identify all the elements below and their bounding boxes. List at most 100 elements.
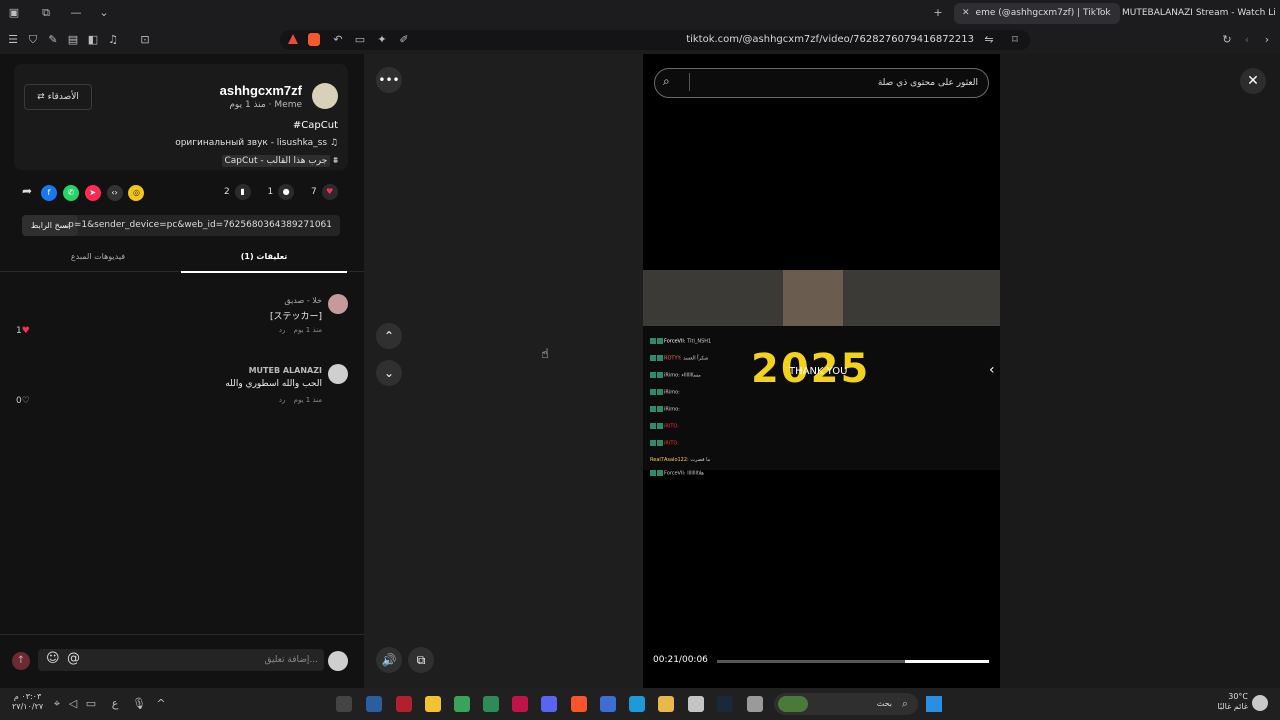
more-share-icon[interactable]: ◎ — [128, 185, 145, 201]
search-icon[interactable]: ⌕ — [663, 74, 670, 89]
discord-icon[interactable] — [541, 696, 557, 712]
brave-shields-icon[interactable] — [308, 33, 320, 46]
microphone-icon[interactable]: 🎙 — [132, 694, 146, 714]
comment-composer: ↑ ☺ @ إضافة تعليق... — [0, 634, 364, 689]
chevron-left-icon[interactable]: ‹ — [989, 362, 995, 378]
sound-link[interactable]: оригинальный звук - lisushka_ss ♫ — [175, 138, 338, 148]
volume-icon[interactable]: ◁ — [66, 694, 80, 714]
tab-stream[interactable]: MUTEBALANAZI Stream - Watch Live — [1114, 3, 1276, 24]
extension-icon[interactable]: ✎ — [44, 30, 62, 50]
app-icon[interactable] — [747, 696, 763, 712]
taskbar-search[interactable]: بحث ⌕ — [774, 693, 918, 715]
current-user-avatar[interactable] — [328, 651, 348, 671]
embed-icon[interactable]: ‹› — [106, 185, 123, 201]
share-icon[interactable]: ➦ — [22, 184, 32, 198]
commenter-name[interactable]: خلا - صديق — [284, 296, 322, 305]
notification-icon[interactable]: ⌖ — [50, 694, 64, 714]
minimize-icon[interactable]: — — [66, 3, 86, 23]
volume-button[interactable]: 🔊 — [376, 647, 402, 673]
comment-input[interactable]: ☺ @ إضافة تعليق... — [38, 649, 324, 671]
whatsapp-icon[interactable]: ✆ — [62, 185, 79, 201]
commenter-avatar[interactable] — [328, 364, 348, 384]
store-icon[interactable] — [600, 696, 616, 712]
edge-icon[interactable] — [629, 696, 645, 712]
brave-icon[interactable] — [571, 696, 587, 712]
comment-icon[interactable]: ● — [278, 184, 295, 200]
app-icon[interactable] — [366, 696, 382, 712]
brush-icon[interactable]: ✐ — [396, 30, 412, 50]
comment-like[interactable]: 0♡ — [16, 396, 30, 406]
music-icon[interactable]: ♫ — [104, 30, 122, 50]
previous-video-button[interactable]: ⌃ — [376, 323, 402, 349]
reload-icon[interactable]: ↻ — [1218, 30, 1236, 50]
author-avatar[interactable] — [312, 83, 338, 109]
window-menu-icon[interactable]: ▣ — [4, 3, 24, 23]
site-settings-icon[interactable]: ⇋ — [982, 30, 996, 50]
telegram-icon[interactable]: ➤ — [84, 185, 101, 201]
share-link-text[interactable]: ...p=1&sender_device=pc&web_id=762568036… — [60, 215, 332, 236]
new-tab-icon[interactable]: + — [928, 3, 948, 23]
facebook-icon[interactable]: f — [40, 185, 57, 201]
reply-button[interactable]: رد — [279, 396, 286, 404]
capcut-template-link[interactable]: CapCut - جرب هذا القالب ⩩ — [221, 155, 338, 167]
comment-like[interactable]: 1♥ — [16, 326, 30, 336]
capcut-icon: ⩩ — [333, 156, 338, 166]
address-bar[interactable]: ↶ ▭ ✦ ✐ tiktok.com/@ashhgcxm7zf/video/76… — [280, 30, 1030, 50]
related-search-box[interactable]: ⌕ العثور على محتوى ذي صلة — [654, 68, 989, 98]
friends-button[interactable]: ⇄ الأصدقاء — [24, 84, 92, 110]
next-video-button[interactable]: ⌄ — [376, 360, 402, 386]
tab-tiktok[interactable]: ✕ eme (@ashhgcxm7zf) | TikTok — [954, 3, 1120, 24]
hashtag-link[interactable]: #CapCut — [293, 120, 338, 131]
heart-icon[interactable]: ♥ — [321, 184, 338, 200]
file-explorer-icon[interactable] — [658, 696, 674, 712]
window-icon[interactable]: ▭ — [352, 30, 368, 50]
app-icon[interactable] — [425, 696, 441, 712]
tab-creator-videos[interactable]: فيديوهات المبدع — [15, 245, 181, 271]
brave-rewards-icon[interactable] — [288, 34, 298, 44]
clock-date: ٢٧/١٠/٢٧ — [12, 702, 44, 711]
tab-comments[interactable]: (1) تعليقات — [181, 245, 347, 273]
chevron-down-icon[interactable]: ⌄ — [94, 3, 114, 23]
reply-button[interactable]: رد — [279, 326, 286, 334]
commenter-avatar[interactable] — [328, 294, 348, 314]
bookmark-icon[interactable]: ▮ — [234, 184, 251, 200]
app-icon[interactable] — [336, 696, 352, 712]
display-icon[interactable]: ▭ — [84, 694, 98, 714]
app-icon[interactable] — [512, 696, 528, 712]
steam-icon[interactable] — [717, 696, 733, 712]
video-progress-bar[interactable] — [717, 660, 989, 663]
screenshot-icon[interactable]: ⊡ — [136, 30, 154, 50]
sidebar-menu-icon[interactable]: ☰ — [4, 30, 22, 50]
video-player[interactable]: ⌕ العثور على محتوى ذي صلة ForceVII: Titi… — [643, 54, 1000, 688]
tab-groups-icon[interactable]: ⧉ — [36, 3, 56, 23]
show-hidden-icons[interactable]: ^ — [154, 694, 168, 714]
back-icon[interactable]: ‹ — [1238, 30, 1256, 50]
forward-icon[interactable]: › — [1258, 30, 1276, 50]
taskbar-clock[interactable]: ٠٣:٠٣ م ٢٧/١٠/٢٧ — [12, 692, 43, 712]
undo-icon[interactable]: ↶ — [330, 30, 346, 50]
author-username[interactable]: ashhgcxm7zf — [220, 83, 302, 98]
translate-icon[interactable]: ✦ — [374, 30, 390, 50]
chat-line: ROTYY: شكراً العسد — [650, 355, 708, 362]
shield-icon[interactable]: ⛉ — [24, 30, 42, 50]
post-comment-button[interactable]: ↑ — [12, 652, 30, 670]
sidebar-icon[interactable]: ◧ — [84, 30, 102, 50]
video-backdrop: ••• ⌃ ⌄ 🔊 ⧉ ☝ — [364, 54, 643, 688]
app-icon[interactable] — [688, 696, 704, 712]
windows-start-icon[interactable] — [926, 696, 942, 712]
bookmark-icon[interactable]: ⌑ — [1008, 30, 1022, 50]
close-video-button[interactable]: ✕ — [1240, 68, 1266, 94]
emoji-icon[interactable]: ☺ — [46, 651, 60, 666]
more-options-button[interactable]: ••• — [376, 67, 402, 93]
commenter-name[interactable]: MUTEB ALANAZI — [249, 366, 322, 375]
floating-player-button[interactable]: ⧉ — [408, 647, 434, 673]
app-icon[interactable] — [396, 696, 412, 712]
close-tab-icon[interactable]: ✕ — [962, 8, 970, 18]
wallet-icon[interactable]: ▤ — [64, 30, 82, 50]
language-icon[interactable]: ع — [108, 694, 122, 714]
app-icon[interactable] — [454, 696, 470, 712]
search-placeholder[interactable]: العثور على محتوى ذي صلة — [878, 69, 978, 97]
xbox-icon[interactable] — [483, 696, 499, 712]
weather-widget[interactable]: 30°C غائم غالبًا — [1212, 692, 1248, 712]
mention-icon[interactable]: @ — [67, 651, 80, 666]
